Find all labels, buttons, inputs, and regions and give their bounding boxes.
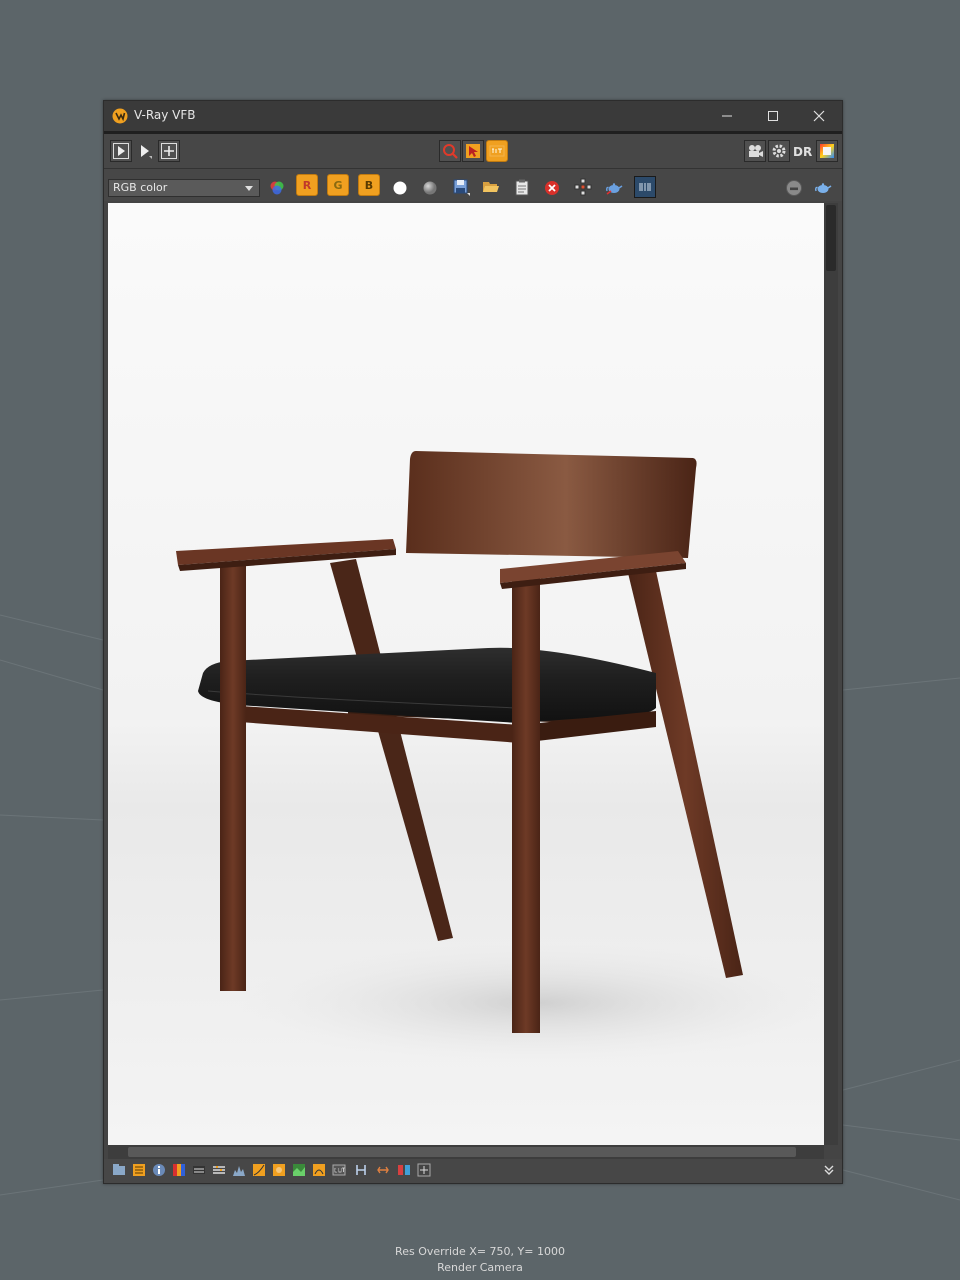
white-circle-icon	[393, 181, 407, 195]
channel-toolbar: RGB color R G B	[104, 169, 842, 201]
load-image-button[interactable]	[480, 176, 502, 198]
h-icon[interactable]	[354, 1163, 368, 1177]
vfb-settings-button[interactable]	[816, 140, 838, 162]
folder-open-icon	[483, 182, 499, 192]
red-channel-toggle[interactable]: R	[296, 174, 318, 196]
gray-circle-icon	[423, 181, 437, 195]
rendered-chair-image	[176, 451, 824, 1063]
film-icon	[639, 183, 651, 191]
channel-value: RGB color	[113, 181, 168, 194]
render-settings-button[interactable]	[768, 140, 790, 162]
render-camera-label: Render Camera	[437, 1261, 523, 1274]
stereo-icon[interactable]	[376, 1163, 390, 1177]
teapot-icon	[815, 183, 832, 193]
render-interactive-button[interactable]	[134, 140, 156, 162]
camera-settings-button[interactable]	[744, 140, 766, 162]
horizontal-scroll-thumb[interactable]	[128, 1147, 796, 1157]
save-image-button[interactable]	[450, 176, 472, 198]
close-icon	[813, 110, 825, 122]
render-image-area[interactable]	[108, 203, 824, 1145]
clipboard-icon	[515, 179, 529, 196]
chevron-down-icon	[245, 186, 253, 191]
maximize-button[interactable]	[750, 101, 796, 131]
play-framed-icon	[113, 143, 129, 159]
mono-channel-button[interactable]	[419, 177, 441, 199]
background-icon[interactable]	[312, 1163, 326, 1177]
cursor-icon	[466, 144, 480, 158]
floppy-disk-icon	[453, 179, 470, 196]
camera-icon	[749, 145, 763, 157]
copy-clipboard-button[interactable]	[511, 176, 533, 198]
lut-icon[interactable]	[332, 1163, 346, 1177]
res-override-label: Res Override X= 750, Y= 1000	[395, 1245, 565, 1258]
green-channel-toggle[interactable]: G	[327, 174, 349, 196]
close-button[interactable]	[796, 101, 842, 131]
clear-image-button[interactable]	[541, 177, 563, 199]
top-toolbar: DR	[104, 134, 842, 169]
layers-icon[interactable]	[132, 1163, 146, 1177]
zoom-button[interactable]	[439, 140, 461, 162]
stop-render-button[interactable]	[783, 177, 805, 199]
window-title: V-Ray VFB	[134, 108, 196, 122]
title-bar[interactable]: V-Ray VFB	[104, 101, 842, 131]
tiles-icon	[574, 178, 592, 196]
compare-icon[interactable]	[397, 1163, 411, 1177]
white-channel-button[interactable]	[389, 177, 411, 199]
hsl-icon[interactable]	[192, 1163, 206, 1177]
maximize-icon	[768, 111, 778, 121]
rgb-circles-icon	[270, 181, 284, 195]
history-icon[interactable]	[112, 1163, 126, 1177]
vertical-scroll-thumb[interactable]	[826, 205, 836, 271]
histogram-icon[interactable]	[232, 1163, 246, 1177]
vray-frame-buffer-window: V-Ray VFB DR RGB color R G B	[103, 100, 843, 1184]
levels-icon[interactable]	[212, 1163, 226, 1177]
fit-button[interactable]	[486, 140, 508, 162]
render-last-button[interactable]	[603, 176, 625, 198]
exposure-icon[interactable]	[272, 1163, 286, 1177]
magnifier-icon	[443, 144, 458, 159]
vray-logo-icon	[112, 108, 128, 124]
blue-channel-toggle[interactable]: B	[358, 174, 380, 196]
gear-icon	[772, 144, 786, 158]
render-region-button[interactable]	[158, 140, 180, 162]
chevron-double-down-icon[interactable]	[822, 1163, 836, 1177]
white-balance-icon[interactable]	[292, 1163, 306, 1177]
render-button[interactable]	[110, 140, 132, 162]
lens-effects-button[interactable]	[634, 176, 656, 198]
horizontal-scrollbar[interactable]	[108, 1145, 824, 1159]
color-square-icon	[820, 144, 834, 158]
play-icon	[141, 145, 152, 159]
crosshair-icon	[161, 143, 177, 159]
minimize-button[interactable]	[704, 101, 750, 131]
channel-dropdown[interactable]: RGB color	[108, 179, 260, 197]
pixel-inspector-icon[interactable]	[417, 1163, 431, 1177]
color-correction-icon[interactable]	[172, 1163, 186, 1177]
pick-region-button[interactable]	[462, 140, 484, 162]
render-teapot-button[interactable]	[812, 176, 834, 198]
curves-icon[interactable]	[252, 1163, 266, 1177]
red-x-icon	[545, 181, 559, 195]
channel-mixer-button[interactable]	[266, 177, 288, 199]
follow-mouse-button[interactable]	[572, 176, 594, 198]
bottom-toolbar	[104, 1159, 842, 1183]
teapot-icon	[606, 183, 623, 195]
distributed-rendering-label[interactable]: DR	[793, 145, 812, 159]
minimize-icon	[722, 115, 732, 117]
fit-icon	[489, 145, 505, 157]
vertical-scrollbar[interactable]	[824, 203, 838, 1145]
stop-icon	[786, 180, 802, 196]
info-icon[interactable]	[152, 1163, 166, 1177]
